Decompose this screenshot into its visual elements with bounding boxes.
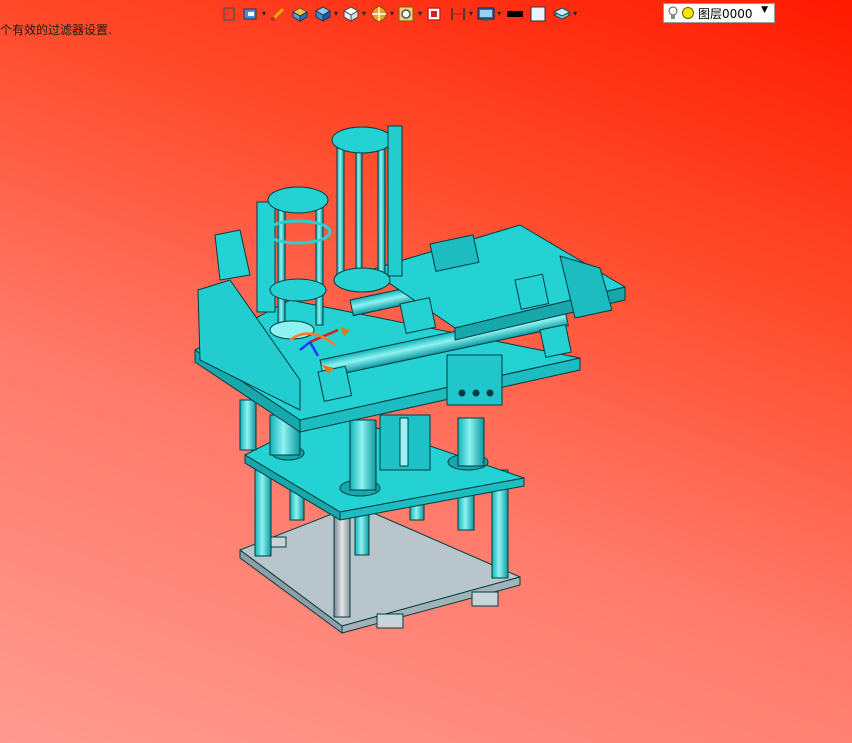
chevron-down-icon[interactable]: ▾ [262, 10, 266, 18]
chevron-down-icon[interactable]: ▾ [362, 10, 366, 18]
chevron-down-icon[interactable]: ▾ [334, 10, 338, 18]
dimension-icon[interactable]: ▾ [448, 3, 473, 25]
lightbulb-icon[interactable] [667, 5, 679, 21]
color-black-icon[interactable] [504, 3, 526, 25]
chevron-down-icon[interactable]: ▾ [469, 10, 473, 18]
graphics-toolbar: ▾ ▾ ▾ ▾ ▾ ▾ ▾ ▾ [220, 3, 580, 25]
left-tower-cap [267, 186, 329, 214]
shaded-display-icon[interactable] [290, 3, 310, 25]
color-light-icon[interactable] [529, 3, 549, 25]
chevron-down-icon[interactable]: ▾ [573, 10, 577, 18]
layer-status-icon[interactable] [681, 5, 695, 21]
base-plate [239, 504, 521, 627]
chevron-down-icon[interactable]: ▾ [418, 10, 422, 18]
view-orientation-icon[interactable]: ▾ [241, 3, 266, 25]
zoom-icon[interactable]: ▾ [397, 3, 422, 25]
wireframe-box-icon[interactable]: ▾ [341, 3, 366, 25]
fit-view-icon[interactable] [425, 3, 445, 25]
chevron-down-icon[interactable]: ▾ [390, 10, 394, 18]
layer-name: 图层0000 [698, 6, 753, 21]
cad-model-assembly[interactable] [0, 0, 852, 743]
guide-column [254, 469, 272, 557]
display-settings-icon[interactable]: ▾ [476, 3, 501, 25]
right-tower-cap [331, 126, 393, 154]
layer-icon[interactable]: ▾ [552, 3, 577, 25]
section-view-icon[interactable]: ▾ [369, 3, 394, 25]
exit-sketch-icon[interactable] [220, 3, 238, 25]
layer-select[interactable]: 图层0000 ▼ [663, 3, 775, 23]
solid-box-icon[interactable]: ▾ [313, 3, 338, 25]
highlight-pen-icon[interactable] [269, 3, 287, 25]
chevron-down-icon[interactable]: ▼ [761, 5, 768, 15]
chevron-down-icon[interactable]: ▾ [497, 10, 501, 18]
3d-viewport[interactable]: 个有效的过滤器设置. ▾ ▾ ▾ ▾ ▾ ▾ ▾ ▾ 图层0000 ▼ [0, 0, 852, 743]
